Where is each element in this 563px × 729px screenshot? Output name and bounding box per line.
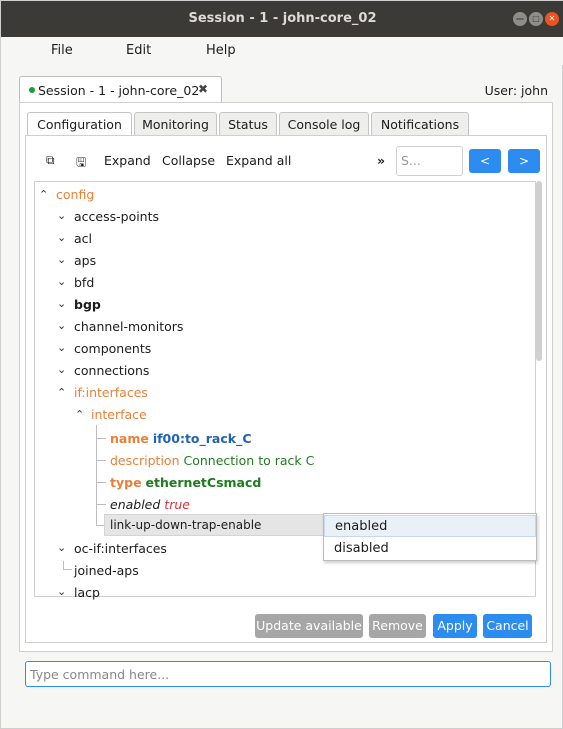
leaf-key: type <box>110 475 142 490</box>
chevron-down-icon[interactable]: ⌄ <box>57 541 66 554</box>
leaf-type[interactable]: type ethernetCsmacd <box>110 475 261 490</box>
tree-connector <box>96 460 106 461</box>
user-label: User: john <box>484 83 548 98</box>
cancel-button[interactable]: Cancel <box>483 614 532 638</box>
menu-bar: File Edit Help <box>1 37 563 65</box>
application-window: Session - 1 - john-core_02 — □ ✕ File Ed… <box>0 0 563 729</box>
window-title: Session - 1 - john-core_02 <box>188 11 377 26</box>
expand-all-button[interactable]: Expand all <box>226 153 291 168</box>
tree-node-bgp[interactable]: bgp <box>74 297 101 312</box>
leaf-name[interactable]: name if00:to_rack_C <box>110 431 252 446</box>
collapse-button[interactable]: Collapse <box>162 153 215 168</box>
expand-button[interactable]: Expand <box>104 153 151 168</box>
tab-status[interactable]: Status <box>219 112 277 136</box>
update-available-button[interactable]: Update available <box>255 614 363 638</box>
session-tab[interactable]: Session - 1 - john-core_02 ✖ <box>19 76 222 103</box>
menu-file[interactable]: File <box>51 43 73 58</box>
tree-node-joined-aps[interactable]: joined-aps <box>74 563 139 578</box>
command-input[interactable]: Type command here... <box>25 661 551 687</box>
session-tab-label: Session - 1 - john-core_02 <box>38 83 200 98</box>
tree-node-components[interactable]: components <box>74 341 151 356</box>
leaf-value: true <box>164 497 190 512</box>
leaf-key: description <box>110 453 180 468</box>
tree-node-lacp[interactable]: lacp <box>74 585 100 600</box>
tab-console-log[interactable]: Console log <box>279 112 369 136</box>
tab-notifications[interactable]: Notifications <box>371 112 469 136</box>
tree-node-access-points[interactable]: access-points <box>74 209 159 224</box>
chevron-down-icon[interactable]: ⌄ <box>57 585 66 598</box>
minimize-icon[interactable]: — <box>513 12 527 26</box>
tree-connector <box>96 438 106 439</box>
dropdown-option-disabled[interactable]: disabled <box>324 538 536 560</box>
chevron-down-icon[interactable]: ⌄ <box>57 341 66 354</box>
leaf-value: Connection to rack C <box>183 453 315 468</box>
title-bar: Session - 1 - john-core_02 — □ ✕ <box>1 1 563 37</box>
more-toolbar-icon[interactable]: » <box>377 153 385 168</box>
chevron-up-icon[interactable]: ⌃ <box>39 188 48 201</box>
leaf-value: ethernetCsmacd <box>145 475 262 490</box>
chevron-down-icon[interactable]: ⌄ <box>57 297 66 310</box>
maximize-icon[interactable]: □ <box>529 12 543 26</box>
leaf-link-up-down-trap-enable[interactable]: link-up-down-trap-enable <box>110 518 261 532</box>
apply-button[interactable]: Apply <box>433 614 477 638</box>
tab-configuration[interactable]: Configuration <box>27 112 132 137</box>
leaf-description[interactable]: description Connection to rack C <box>110 453 314 468</box>
chevron-down-icon[interactable]: ⌄ <box>57 209 66 222</box>
search-input[interactable]: S... <box>396 146 463 176</box>
tree-scrollbar[interactable] <box>536 181 542 361</box>
chevron-down-icon[interactable]: ⌄ <box>57 363 66 376</box>
tree-node-interface[interactable]: interface <box>91 407 147 422</box>
tree-connector <box>96 482 106 483</box>
tab-monitoring[interactable]: Monitoring <box>134 112 217 136</box>
close-session-icon[interactable]: ✖ <box>198 82 208 96</box>
save-icon[interactable]: 🖫 <box>76 153 88 169</box>
close-window-icon[interactable]: ✕ <box>545 12 559 26</box>
leaf-enabled[interactable]: enabled true <box>110 497 190 512</box>
search-previous-button[interactable]: < <box>469 149 501 173</box>
tree-connector <box>96 425 97 525</box>
tree-connector <box>63 569 72 570</box>
leaf-value: if00:to_rack_C <box>152 431 252 446</box>
remove-button[interactable]: Remove <box>369 614 426 638</box>
tree-root-config[interactable]: config <box>56 187 94 202</box>
chevron-down-icon[interactable]: ⌄ <box>57 253 66 266</box>
tree-node-aps[interactable]: aps <box>74 253 96 268</box>
tree-connector <box>63 561 64 570</box>
menu-edit[interactable]: Edit <box>126 43 151 58</box>
chevron-up-icon[interactable]: ⌃ <box>57 386 66 399</box>
tree-node-if-interfaces[interactable]: if:interfaces <box>74 385 148 400</box>
copy-icon[interactable]: ⧉ <box>46 153 58 167</box>
chevron-down-icon[interactable]: ⌄ <box>57 319 66 332</box>
tree-connector <box>96 504 106 505</box>
leaf-key: enabled <box>110 497 161 512</box>
tree-node-bfd[interactable]: bfd <box>74 275 94 290</box>
tree-node-acl[interactable]: acl <box>74 231 92 246</box>
tree-node-channel-monitors[interactable]: channel-monitors <box>74 319 183 334</box>
chevron-up-icon[interactable]: ⌃ <box>75 408 84 421</box>
dropdown-option-enabled[interactable]: enabled <box>324 515 536 537</box>
menu-help[interactable]: Help <box>206 43 236 58</box>
chevron-down-icon[interactable]: ⌄ <box>57 275 66 288</box>
tree-node-oc-if-interfaces[interactable]: oc-if:interfaces <box>74 541 167 556</box>
leaf-key: name <box>110 431 149 446</box>
chevron-down-icon[interactable]: ⌄ <box>57 231 66 244</box>
search-next-button[interactable]: > <box>508 149 540 173</box>
connected-status-icon <box>29 87 35 93</box>
tree-node-connections[interactable]: connections <box>74 363 149 378</box>
value-dropdown[interactable]: enabled disabled <box>323 513 537 561</box>
